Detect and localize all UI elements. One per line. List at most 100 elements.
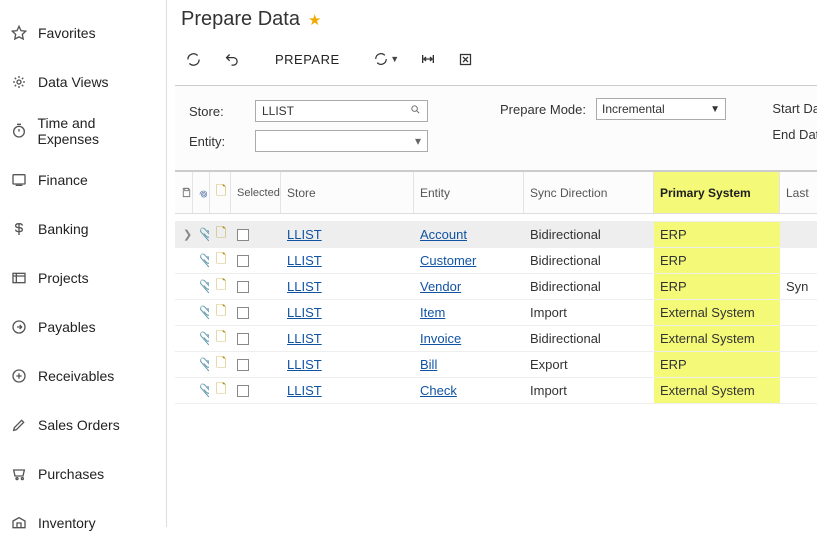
entity-link[interactable]: Account [420,227,467,242]
refresh-dropdown-icon[interactable]: ▼ [370,47,404,71]
note-icon[interactable]: 🗋 [210,222,231,247]
store-link[interactable]: LLIST [287,279,322,294]
entity-link[interactable]: Bill [420,357,437,372]
refresh-icon[interactable] [179,47,207,71]
row-caret[interactable] [175,274,193,299]
sidebar-item-data-views[interactable]: Data Views [0,57,166,106]
note-icon[interactable]: 🗋 [210,352,231,377]
row-caret[interactable] [175,300,193,325]
sidebar-item-label: Inventory [38,515,96,531]
attach-icon[interactable]: 📎 [193,352,210,377]
entity-cell: Check [414,378,524,403]
header-attach-icon[interactable]: 𖦹 [193,172,210,213]
table-row[interactable]: 📎🗋LLISTInvoiceBidirectionalExternal Syst… [175,326,817,352]
note-icon[interactable]: 🗋 [210,378,231,403]
primary-system-cell: External System [654,300,780,325]
chevron-down-icon[interactable]: ▾ [415,134,427,148]
table-row[interactable]: 📎🗋LLISTVendorBidirectionalERPSyn [175,274,817,300]
store-cell: LLIST [281,274,414,299]
cart-icon [8,466,30,482]
entity-cell: Vendor [414,274,524,299]
sidebar-item-label: Receivables [38,368,114,384]
entity-link[interactable]: Invoice [420,331,461,346]
attach-icon[interactable]: 📎 [193,274,210,299]
selected-checkbox[interactable] [231,326,281,351]
attach-icon[interactable]: 📎 [193,248,210,273]
sidebar-item-payables[interactable]: Payables [0,302,166,351]
selected-checkbox[interactable] [231,352,281,377]
selected-checkbox[interactable] [231,300,281,325]
store-link[interactable]: LLIST [287,253,322,268]
sidebar-item-finance[interactable]: Finance [0,155,166,204]
header-save-icon[interactable] [175,172,193,213]
row-caret[interactable] [175,378,193,403]
attach-icon[interactable]: 📎 [193,378,210,403]
grid-header: 𖦹 🗋 Selected Store Entity Sync Direction… [175,172,817,214]
sidebar-item-receivables[interactable]: Receivables [0,351,166,400]
entity-link[interactable]: Vendor [420,279,461,294]
main-area: Prepare Data ★ PREPARE ▼ [167,0,817,527]
store-cell: LLIST [281,222,414,247]
store-input[interactable]: LLIST [255,100,428,122]
row-caret[interactable] [175,248,193,273]
table-row[interactable]: ❯📎🗋LLISTAccountBidirectionalERP [175,222,817,248]
header-store[interactable]: Store [281,172,414,213]
header-note-icon[interactable]: 🗋 [210,172,231,213]
store-link[interactable]: LLIST [287,305,322,320]
table-row[interactable]: 📎🗋LLISTBillExportERP [175,352,817,378]
row-caret[interactable] [175,352,193,377]
table-row[interactable]: 📎🗋LLISTCustomerBidirectionalERP [175,248,817,274]
last-cell [780,326,817,351]
store-link[interactable]: LLIST [287,383,322,398]
store-link[interactable]: LLIST [287,331,322,346]
page-title-text: Prepare Data [181,8,300,31]
entity-cell: Bill [414,352,524,377]
primary-system-cell: ERP [654,352,780,377]
store-link[interactable]: LLIST [287,357,322,372]
start-date-label: Start Da [772,96,817,122]
sidebar-item-projects[interactable]: Projects [0,253,166,302]
row-caret[interactable] [175,326,193,351]
row-caret[interactable]: ❯ [175,222,193,247]
sidebar-item-inventory[interactable]: Inventory [0,498,166,547]
export-excel-icon[interactable] [452,47,480,71]
note-icon[interactable]: 🗋 [210,326,231,351]
store-link[interactable]: LLIST [287,227,322,242]
selected-checkbox[interactable] [231,274,281,299]
attach-icon[interactable]: 📎 [193,222,210,247]
selected-checkbox[interactable] [231,248,281,273]
header-entity[interactable]: Entity [414,172,524,213]
undo-icon[interactable] [217,47,245,71]
entity-link[interactable]: Item [420,305,445,320]
selected-checkbox[interactable] [231,222,281,247]
fit-icon[interactable] [414,47,442,71]
attach-icon[interactable]: 📎 [193,300,210,325]
search-icon[interactable] [410,104,427,118]
entity-link[interactable]: Check [420,383,457,398]
note-icon[interactable]: 🗋 [210,274,231,299]
header-primary-system[interactable]: Primary System [654,172,780,213]
sidebar-item-favorites[interactable]: Favorites [0,8,166,57]
data-grid: 𖦹 🗋 Selected Store Entity Sync Direction… [175,171,817,404]
sidebar-item-sales-orders[interactable]: Sales Orders [0,400,166,449]
sidebar-item-time-expenses[interactable]: Time and Expenses [0,106,166,155]
header-selected[interactable]: Selected [231,172,281,213]
entity-link[interactable]: Customer [420,253,476,268]
note-icon[interactable]: 🗋 [210,300,231,325]
sidebar: Favorites Data Views Time and Expenses F… [0,0,167,527]
selected-checkbox[interactable] [231,378,281,403]
table-row[interactable]: 📎🗋LLISTCheckImportExternal System [175,378,817,404]
header-last[interactable]: Last [780,172,817,213]
prepare-mode-select[interactable]: Incremental ▼ [596,98,726,120]
favorite-star-icon[interactable]: ★ [308,11,321,29]
primary-system-cell: External System [654,378,780,403]
sidebar-item-purchases[interactable]: Purchases [0,449,166,498]
dollar-icon [8,221,30,237]
header-sync[interactable]: Sync Direction [524,172,654,213]
table-row[interactable]: 📎🗋LLISTItemImportExternal System [175,300,817,326]
entity-input[interactable]: ▾ [255,130,428,152]
prepare-button[interactable]: PREPARE [271,52,344,67]
attach-icon[interactable]: 📎 [193,326,210,351]
sidebar-item-banking[interactable]: Banking [0,204,166,253]
note-icon[interactable]: 🗋 [210,248,231,273]
